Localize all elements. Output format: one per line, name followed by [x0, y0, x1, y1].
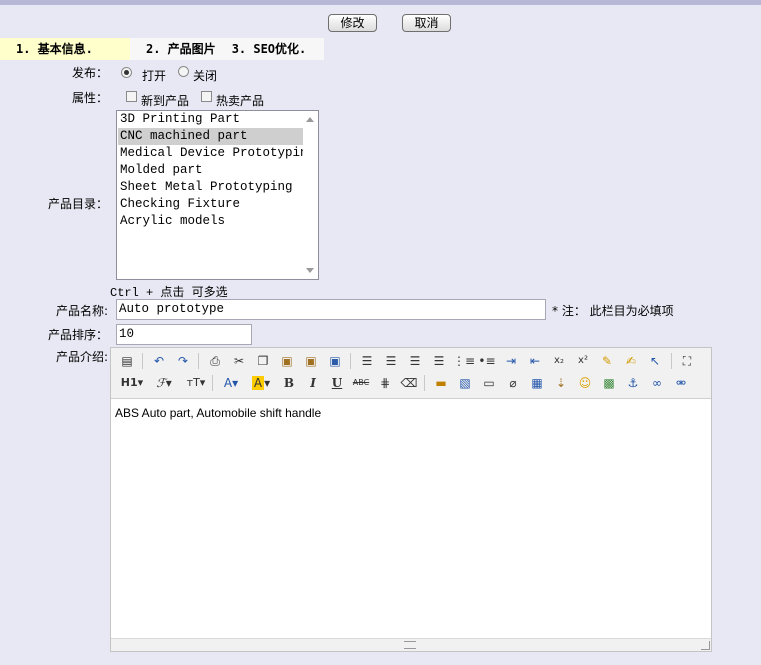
publish-off-label: 关闭 [193, 69, 218, 83]
product-name-input[interactable]: Auto prototype [116, 299, 546, 320]
category-option[interactable]: Medical Device Prototyping [118, 145, 315, 162]
paste-text-icon[interactable]: ▣ [301, 351, 321, 371]
category-option[interactable]: Checking Fixture [118, 196, 306, 213]
publish-on-label: 打开 [142, 69, 167, 83]
media-icon[interactable]: ▭ [479, 373, 499, 393]
new-product-checkbox[interactable] [126, 91, 137, 102]
select-all-icon[interactable]: ✍ [621, 351, 641, 371]
align-justify-icon[interactable]: ☰ [429, 351, 449, 371]
sort-order-input[interactable]: 10 [116, 324, 252, 345]
sort-label: 产品排序： [47, 328, 108, 342]
tab-group: 2. 产品图片 3. SEO优化. [130, 38, 324, 60]
superscript-icon[interactable]: x² [573, 351, 593, 371]
unlink-icon[interactable]: ⚮ [671, 373, 691, 393]
multi-select-hint: Ctrl + 点击 可多选 [110, 286, 228, 300]
editor-content[interactable]: ABS Auto part, Automobile shift handle [115, 406, 321, 420]
scroll-down-arrow-icon[interactable] [306, 268, 314, 273]
tab-product-images[interactable]: 2. 产品图片 [146, 42, 216, 56]
category-label: 产品目录： [47, 197, 108, 211]
fullscreen-icon[interactable]: ⛶ [677, 351, 697, 371]
italic-icon[interactable]: I [303, 373, 323, 393]
preview-icon[interactable]: ⎙ [205, 351, 225, 371]
rich-text-editor[interactable]: ▤ ↶ ↷ ⎙ ✂ ❐ ▣ ▣ ▣ ☰ ☰ ☰ ☰ ⋮≡ •≡ ⇥ ⇤ x₂ x… [110, 347, 712, 652]
paste-word-icon[interactable]: ▣ [325, 351, 345, 371]
eraser-icon[interactable]: ⌫ [399, 373, 419, 393]
category-option[interactable]: Acrylic models [118, 213, 306, 230]
editor-toolbar: ▤ ↶ ↷ ⎙ ✂ ❐ ▣ ▣ ▣ ☰ ☰ ☰ ☰ ⋮≡ •≡ ⇥ ⇤ x₂ x… [111, 348, 711, 399]
attr-label: 属性： [71, 91, 108, 105]
toolbar-separator [142, 353, 143, 369]
anchor-icon[interactable]: ⚓ [623, 373, 643, 393]
outdent-icon[interactable]: ⇤ [525, 351, 545, 371]
cut-icon[interactable]: ✂ [229, 351, 249, 371]
category-option[interactable]: 3D Printing Part [118, 111, 306, 128]
link-icon[interactable]: ∞ [647, 373, 667, 393]
toolbar-separator [424, 375, 425, 391]
underline-icon[interactable]: U [327, 373, 347, 393]
table-icon[interactable]: ▦ [527, 373, 547, 393]
intro-label: 产品介绍: [55, 350, 108, 364]
new-product-label: 新到产品 [141, 94, 190, 108]
heading-icon[interactable]: H1▾ [119, 373, 145, 393]
name-label: 产品名称: [55, 304, 108, 318]
publish-off-radio[interactable] [178, 66, 189, 77]
resize-corner-icon[interactable] [701, 641, 710, 650]
required-note: * 注： 此栏目为必填项 [552, 304, 674, 318]
line-height-icon[interactable]: ⋕ [375, 373, 395, 393]
flash-icon[interactable]: ▧ [455, 373, 475, 393]
hot-product-label: 热卖产品 [216, 94, 265, 108]
font-size-icon[interactable]: тT▾ [183, 373, 209, 393]
toolbar-separator [212, 375, 213, 391]
copy-icon[interactable]: ❐ [253, 351, 273, 371]
align-right-icon[interactable]: ☰ [405, 351, 425, 371]
select-icon[interactable]: ↖ [645, 351, 665, 371]
strikethrough-icon[interactable]: ABC [351, 373, 371, 393]
indent-icon[interactable]: ⇥ [501, 351, 521, 371]
tab-bar: 1. 基本信息. 2. 产品图片 3. SEO优化. [0, 38, 324, 60]
subscript-icon[interactable]: x₂ [549, 351, 569, 371]
toolbar-separator [350, 353, 351, 369]
category-option[interactable]: Molded part [118, 162, 306, 179]
publish-on-radio[interactable] [121, 67, 132, 78]
category-option[interactable]: Sheet Metal Prototyping [118, 179, 306, 196]
listbox-scrollbar[interactable] [303, 111, 318, 279]
publish-label: 发布： [71, 66, 108, 80]
resize-grip-icon[interactable] [404, 641, 416, 649]
font-family-icon[interactable]: ℱ▾ [151, 373, 177, 393]
bold-icon[interactable]: B [279, 373, 299, 393]
top-strip [0, 0, 761, 5]
hot-product-checkbox[interactable] [201, 91, 212, 102]
highlight-icon[interactable]: A ▾ [249, 373, 273, 393]
undo-icon[interactable]: ↶ [149, 351, 169, 371]
source-icon[interactable]: ▤ [117, 351, 137, 371]
category-option-selected[interactable]: CNC machined part [118, 128, 306, 145]
cancel-button[interactable]: 取消 [402, 14, 451, 32]
paste-icon[interactable]: ▣ [277, 351, 297, 371]
toolbar-separator [671, 353, 672, 369]
align-left-icon[interactable]: ☰ [357, 351, 377, 371]
tab-seo[interactable]: 3. SEO优化. [232, 42, 307, 56]
redo-icon[interactable]: ↷ [173, 351, 193, 371]
image-icon[interactable]: ▬ [431, 373, 451, 393]
align-center-icon[interactable]: ☰ [381, 351, 401, 371]
unordered-list-icon[interactable]: •≡ [477, 351, 497, 371]
editor-statusbar [111, 638, 711, 651]
clear-format-icon[interactable]: ✎ [597, 351, 617, 371]
map-icon[interactable]: ▩ [599, 373, 619, 393]
ordered-list-icon[interactable]: ⋮≡ [453, 351, 475, 371]
attachment-icon[interactable]: ⌀ [503, 373, 523, 393]
emoticon-icon[interactable]: ☺ [575, 373, 595, 393]
edit-button[interactable]: 修改 [328, 14, 377, 32]
category-listbox[interactable]: 3D Printing Part CNC machined part Medic… [116, 110, 319, 280]
font-color-icon[interactable]: A▾ [219, 373, 243, 393]
tab-basic-info[interactable]: 1. 基本信息. [0, 38, 130, 60]
scroll-up-arrow-icon[interactable] [306, 117, 314, 122]
hr-icon[interactable]: ⇣ [551, 373, 571, 393]
toolbar-separator [198, 353, 199, 369]
